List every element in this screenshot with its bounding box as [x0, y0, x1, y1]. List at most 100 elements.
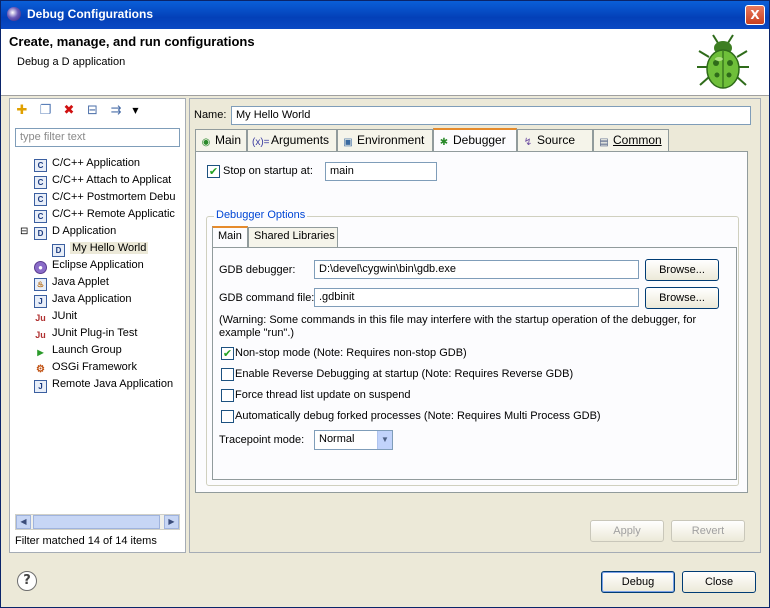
- scroll-right-arrow-icon[interactable]: ▶: [164, 515, 179, 529]
- tree-item-label: C/C++ Postmortem Debu: [52, 191, 176, 203]
- tree-horizontal-scrollbar[interactable]: ◀ ▶: [15, 514, 180, 530]
- java-application-icon: J: [34, 295, 47, 308]
- tab-common[interactable]: ▤ Common: [593, 129, 669, 151]
- title-bar[interactable]: Debug Configurations X: [1, 1, 769, 29]
- tree-item-label: C/C++ Remote Applicatic: [52, 208, 175, 220]
- stop-on-startup-field[interactable]: main: [325, 162, 437, 181]
- tree-item-cpp-attach[interactable]: C C/C++ Attach to Applicat: [34, 172, 172, 189]
- tree-item-java-application[interactable]: J Java Application: [34, 291, 132, 308]
- tab-label: Environment: [357, 133, 425, 147]
- non-stop-mode-checkbox[interactable]: ✔: [221, 347, 234, 360]
- apply-button[interactable]: Apply: [590, 520, 664, 542]
- browse-gdb-command-file-button[interactable]: Browse...: [645, 287, 719, 309]
- collapse-all-icon[interactable]: ⊟: [85, 103, 101, 119]
- gdb-debugger-field[interactable]: D:\devel\cygwin\bin\gdb.exe: [314, 260, 639, 279]
- force-thread-update-label: Force thread list update on suspend: [235, 389, 411, 401]
- d-config-icon: D: [52, 244, 65, 257]
- tree-item-label: OSGi Framework: [52, 361, 137, 373]
- tracepoint-mode-label: Tracepoint mode:: [219, 434, 305, 446]
- tree-item-label: C/C++ Application: [52, 157, 141, 169]
- tab-label: Arguments: [271, 133, 330, 147]
- warning-line-2: example "run".): [219, 327, 295, 339]
- browse-gdb-debugger-button[interactable]: Browse...: [645, 259, 719, 281]
- tree-item-cpp-postmortem[interactable]: C C/C++ Postmortem Debu: [34, 189, 176, 206]
- debug-bug-icon: [697, 34, 749, 89]
- tree-item-my-hello-world[interactable]: D My Hello World: [52, 240, 149, 257]
- debug-button[interactable]: Debug: [601, 571, 675, 593]
- tab-arguments[interactable]: (x)= Arguments: [247, 129, 337, 151]
- name-field[interactable]: My Hello World: [231, 106, 751, 125]
- debugger-options-title: Debugger Options: [214, 209, 308, 221]
- tree-item-d-application[interactable]: ⊟ D D Application: [20, 223, 116, 240]
- tab-label: Common: [613, 133, 662, 147]
- main-tab-icon: ◉: [201, 137, 211, 148]
- tab-source[interactable]: ↯ Source: [517, 129, 593, 151]
- arguments-icon: (x)=: [252, 137, 270, 148]
- chevron-down-icon[interactable]: ▼: [377, 431, 392, 449]
- tab-main[interactable]: ◉ Main: [195, 129, 247, 151]
- force-thread-update-checkbox[interactable]: [221, 389, 234, 402]
- tree-item-cpp-application[interactable]: C C/C++ Application: [34, 155, 141, 172]
- filter-input[interactable]: type filter text: [15, 128, 180, 147]
- tab-environment[interactable]: ▣ Environment: [337, 129, 433, 151]
- tree-item-label: C/C++ Attach to Applicat: [52, 174, 172, 186]
- java-applet-icon: ♨: [34, 278, 47, 291]
- filter-status: Filter matched 14 of 14 items: [15, 535, 157, 547]
- tree-item-junit-plugin-test[interactable]: Ju JUnit Plug-in Test: [34, 325, 137, 341]
- configurations-pane: ✚ ❐ ✖ ⊟ ⇉ ▼ type filter text C C/C++ Appl…: [9, 98, 186, 553]
- close-button[interactable]: Close: [682, 571, 756, 593]
- cpp-config-icon: C: [34, 159, 47, 172]
- eclipse-icon: ●: [34, 261, 47, 274]
- delete-icon[interactable]: ✖: [61, 103, 77, 119]
- debug-configurations-window: Debug Configurations X Create, manage, a…: [0, 0, 770, 608]
- debugger-tab-content: ✔ Stop on startup at: main Debugger Opti…: [195, 151, 748, 493]
- debug-forked-processes-checkbox[interactable]: [221, 410, 234, 423]
- new-config-icon[interactable]: ✚: [14, 103, 30, 119]
- common-icon: ▤: [599, 137, 609, 148]
- warning-line-1: (Warning: Some commands in this file may…: [219, 314, 697, 326]
- source-icon: ↯: [523, 137, 533, 148]
- tree-item-label: JUnit: [52, 310, 78, 322]
- tree-item-java-applet[interactable]: ♨ Java Applet: [34, 274, 109, 291]
- tree-item-label: Java Application: [52, 293, 132, 305]
- tree-item-remote-java-application[interactable]: J Remote Java Application: [34, 376, 173, 393]
- collapse-expander-icon[interactable]: ⊟: [20, 224, 31, 240]
- tab-options-main[interactable]: Main: [212, 226, 248, 248]
- tab-debugger[interactable]: ✱ Debugger: [433, 128, 517, 152]
- configurations-tree: C C/C++ Application C C/C++ Attach to Appl…: [14, 155, 182, 509]
- window-close-button[interactable]: X: [745, 5, 765, 25]
- tab-label: Main: [215, 133, 242, 147]
- dialog-header: Create, manage, and run configurations D…: [1, 29, 769, 96]
- tab-shared-libraries[interactable]: Shared Libraries: [248, 227, 338, 247]
- debug-forked-processes-label: Automatically debug forked processes (No…: [235, 410, 601, 422]
- tracepoint-mode-select[interactable]: Normal ▼: [314, 430, 393, 450]
- gdb-debugger-label: GDB debugger:: [219, 264, 296, 276]
- tracepoint-mode-value: Normal: [319, 433, 355, 445]
- cpp-config-icon: C: [34, 176, 47, 189]
- stop-on-startup-checkbox[interactable]: ✔: [207, 165, 220, 178]
- gdb-command-file-field[interactable]: .gdbinit: [314, 288, 639, 307]
- reverse-debugging-checkbox[interactable]: [221, 368, 234, 381]
- view-menu-chevron-icon[interactable]: ▼: [132, 103, 140, 119]
- duplicate-icon[interactable]: ❐: [38, 103, 54, 119]
- filter-icon[interactable]: ⇉: [108, 103, 124, 119]
- non-stop-mode-label: Non-stop mode (Note: Requires non-stop G…: [235, 347, 467, 359]
- tree-item-cpp-remote[interactable]: C C/C++ Remote Applicatic: [34, 206, 175, 223]
- d-config-icon: D: [34, 227, 47, 240]
- window-title: Debug Configurations: [27, 7, 153, 21]
- name-label: Name:: [194, 109, 227, 121]
- tree-item-eclipse-application[interactable]: ● Eclipse Application: [34, 257, 144, 274]
- debugger-options-group: Debugger Options Main Shared Libraries G…: [206, 209, 739, 486]
- header-subtitle: Debug a D application: [17, 56, 126, 68]
- scroll-thumb[interactable]: [33, 515, 160, 529]
- help-icon[interactable]: ?: [17, 571, 37, 591]
- tree-item-label: Java Applet: [52, 276, 109, 288]
- debugger-bug-icon: ✱: [439, 137, 449, 148]
- tree-item-launch-group[interactable]: ▶ Launch Group: [34, 342, 121, 358]
- reverse-debugging-label: Enable Reverse Debugging at startup (Not…: [235, 368, 574, 380]
- tree-item-junit[interactable]: Ju JUnit: [34, 308, 77, 324]
- configurations-toolbar: ✚ ❐ ✖ ⊟ ⇉ ▼: [14, 103, 144, 121]
- revert-button[interactable]: Revert: [671, 520, 745, 542]
- scroll-left-arrow-icon[interactable]: ◀: [16, 515, 31, 529]
- tree-item-osgi-framework[interactable]: ⚙ OSGi Framework: [34, 359, 137, 375]
